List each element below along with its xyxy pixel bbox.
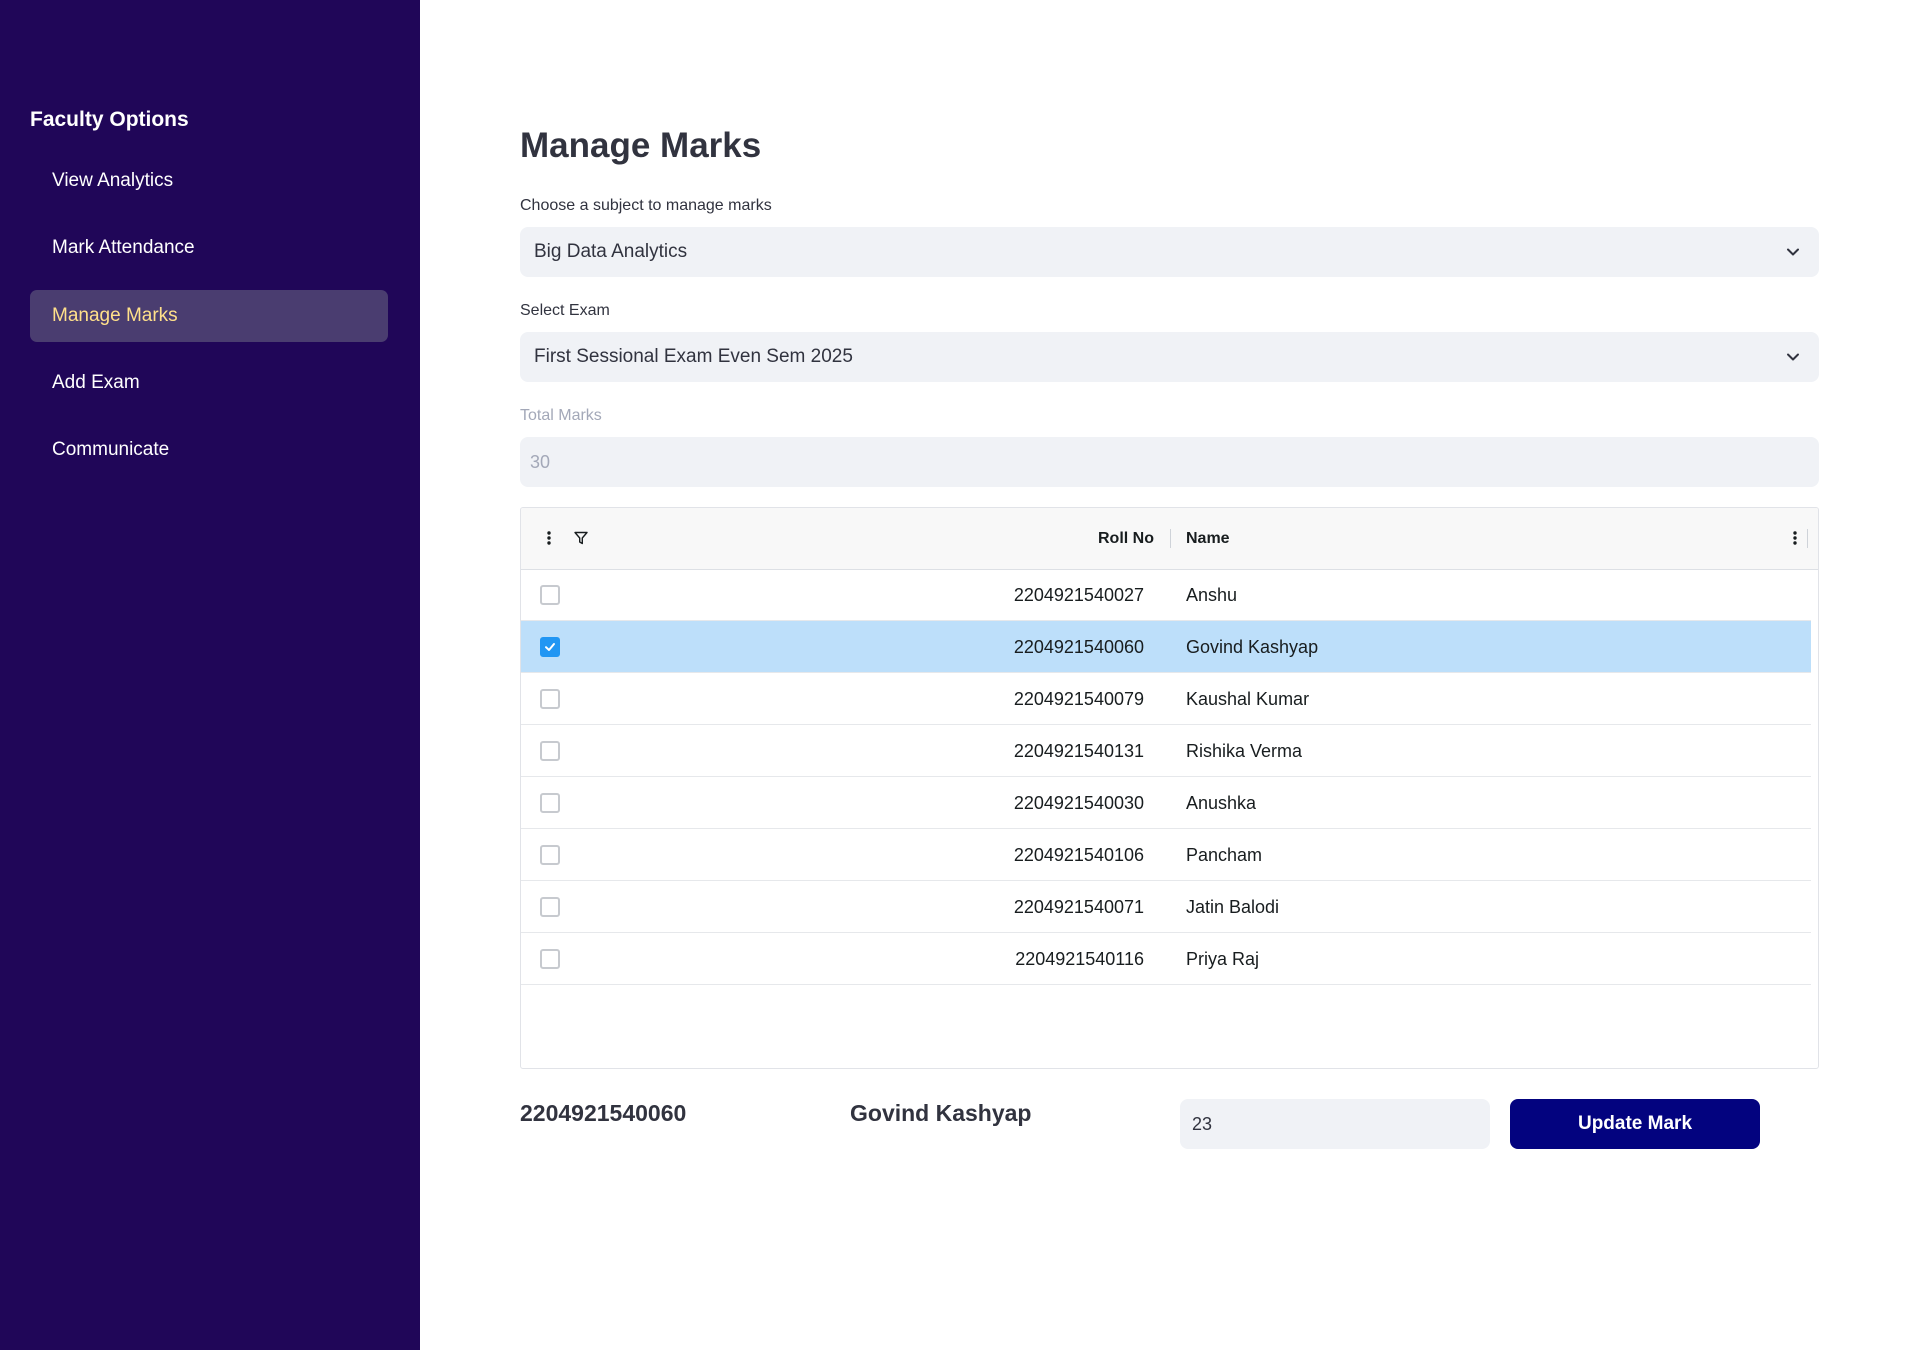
name-cell: Pancham <box>1186 844 1263 865</box>
grid-header: Roll No Name <box>521 508 1818 570</box>
table-row[interactable]: 2204921540116 Priya Raj <box>521 933 1811 985</box>
update-mark-button[interactable]: Update Mark <box>1510 1099 1760 1149</box>
sidebar-item-mark-attendance[interactable]: Mark Attendance <box>30 222 388 274</box>
table-row[interactable]: 2204921540027 Anshu <box>521 569 1811 621</box>
table-row-selected[interactable]: 2204921540060 Govind Kashyap <box>521 621 1811 673</box>
total-marks-input: 30 <box>520 437 1819 487</box>
row-checkbox[interactable] <box>540 897 560 917</box>
row-checkbox[interactable] <box>540 845 560 865</box>
selected-roll-no: 2204921540060 <box>520 1100 687 1126</box>
column-menu-icon[interactable] <box>545 528 553 548</box>
roll-no-cell: 2204921540027 <box>1013 584 1144 605</box>
row-checkbox-checked[interactable] <box>540 637 560 657</box>
sidebar-title: Faculty Options <box>30 108 189 131</box>
column-header-roll-no[interactable]: Roll No <box>1098 508 1154 569</box>
name-cell: Kaushal Kumar <box>1186 688 1310 709</box>
name-cell: Jatin Balodi <box>1186 896 1280 917</box>
name-cell: Anushka <box>1186 792 1257 813</box>
column-resize-handle[interactable] <box>1170 529 1171 548</box>
exam-select-value: First Sessional Exam Even Sem 2025 <box>534 346 853 367</box>
sidebar: Faculty Options View Analytics Mark Atte… <box>0 0 420 1350</box>
checkmark-icon <box>545 643 555 651</box>
students-grid: Roll No Name 2204921540027 Anshu 2204921… <box>520 507 1819 1069</box>
row-checkbox[interactable] <box>540 741 560 761</box>
name-column-menu-icon[interactable] <box>1791 528 1799 548</box>
subject-select-value: Big Data Analytics <box>534 241 688 262</box>
table-row[interactable]: 2204921540106 Pancham <box>521 829 1811 881</box>
name-cell: Priya Raj <box>1186 948 1260 969</box>
selected-student-name: Govind Kashyap <box>850 1100 1032 1126</box>
filter-icon[interactable] <box>573 529 589 547</box>
chevron-down-icon <box>1783 242 1803 268</box>
name-cell: Rishika Verma <box>1186 740 1303 761</box>
name-cell: Anshu <box>1186 584 1238 605</box>
sidebar-item-view-analytics[interactable]: View Analytics <box>30 155 388 207</box>
sidebar-item-manage-marks[interactable]: Manage Marks <box>30 290 388 342</box>
page-title: Manage Marks <box>520 126 762 165</box>
roll-no-cell: 2204921540131 <box>1013 740 1144 761</box>
column-header-name[interactable]: Name <box>1186 508 1230 569</box>
column-resize-handle[interactable] <box>1807 529 1808 548</box>
roll-no-cell: 2204921540071 <box>1013 896 1144 917</box>
exam-select-label: Select Exam <box>520 302 610 319</box>
mark-input[interactable] <box>1180 1099 1490 1149</box>
subject-select-label: Choose a subject to manage marks <box>520 197 772 214</box>
roll-no-cell: 2204921540060 <box>1013 636 1144 657</box>
roll-no-cell: 2204921540030 <box>1013 792 1144 813</box>
row-checkbox[interactable] <box>540 689 560 709</box>
total-marks-label: Total Marks <box>520 407 602 424</box>
table-row[interactable]: 2204921540131 Rishika Verma <box>521 725 1811 777</box>
row-checkbox[interactable] <box>540 949 560 969</box>
row-checkbox[interactable] <box>540 585 560 605</box>
subject-select[interactable]: Big Data Analytics <box>520 227 1819 277</box>
table-row[interactable]: 2204921540071 Jatin Balodi <box>521 881 1811 933</box>
sidebar-item-add-exam[interactable]: Add Exam <box>30 357 388 409</box>
roll-no-cell: 2204921540079 <box>1013 688 1144 709</box>
roll-no-cell: 2204921540106 <box>1013 844 1144 865</box>
table-row[interactable]: 2204921540079 Kaushal Kumar <box>521 673 1811 725</box>
exam-select[interactable]: First Sessional Exam Even Sem 2025 <box>520 332 1819 382</box>
sidebar-item-communicate[interactable]: Communicate <box>30 424 388 476</box>
table-row[interactable]: 2204921540030 Anushka <box>521 777 1811 829</box>
chevron-down-icon <box>1783 347 1803 373</box>
name-cell: Govind Kashyap <box>1186 636 1319 657</box>
row-checkbox[interactable] <box>540 793 560 813</box>
roll-no-cell: 2204921540116 <box>1015 948 1144 969</box>
total-marks-value: 30 <box>530 451 551 472</box>
